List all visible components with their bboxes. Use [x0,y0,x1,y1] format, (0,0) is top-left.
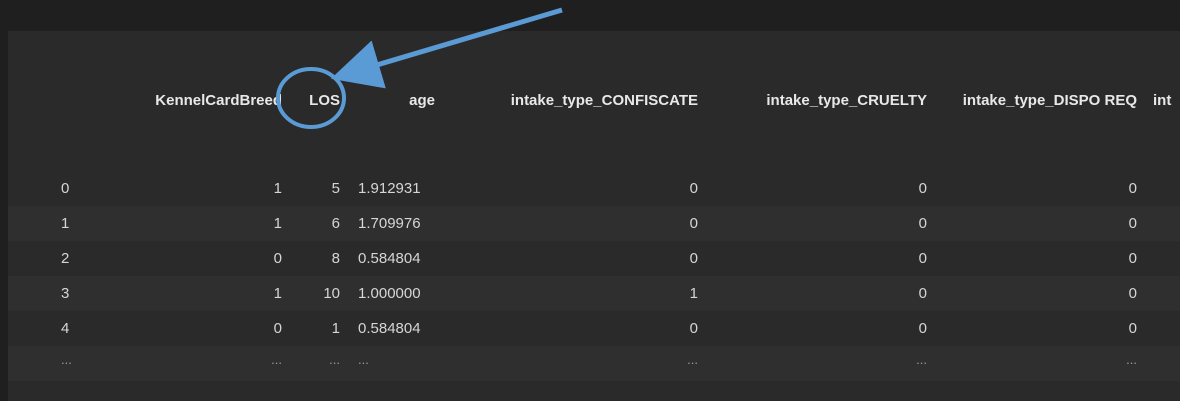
confiscate-cell: ... [687,352,698,367]
los-cell: 5 [331,180,340,197]
column-header-index [8,31,83,171]
cruelty-cell: 0 [918,320,927,337]
dataframe-output: KennelCardBreed LOS age intake_type_CONF… [8,31,1180,401]
top-strip [0,0,1180,31]
los-cell: 6 [331,215,340,232]
table-row: 1 1 6 1.709976 0 0 0 [8,206,1180,241]
dispo-req-cell: 0 [1128,285,1137,302]
column-header-intake-type-dispo-req: intake_type_DISPO REQ [935,31,1145,171]
confiscate-cell: 1 [689,285,698,302]
table-row: 2 0 8 0.584804 0 0 0 [8,241,1180,276]
breed-cell: 1 [273,285,282,302]
cruelty-cell: ... [916,352,927,367]
age-cell: 1.912931 [358,180,421,197]
truncated-cell [1145,276,1180,311]
breed-cell: 0 [273,320,282,337]
index-cell: 4 [61,320,70,337]
column-header-intake-type-cruelty: intake_type_CRUELTY [706,31,935,171]
cruelty-cell: 0 [918,285,927,302]
breed-cell: 0 [273,250,282,267]
dispo-req-cell: ... [1126,352,1137,367]
truncated-cell [1145,171,1180,206]
dispo-req-cell: 0 [1128,250,1137,267]
confiscate-cell: 0 [689,250,698,267]
table-row: 3 1 10 1.000000 1 0 0 [8,276,1180,311]
truncated-cell [1145,346,1180,381]
truncated-cell [1145,241,1180,276]
confiscate-cell: 0 [689,215,698,232]
index-cell: ... [61,352,72,367]
truncated-cell [1145,311,1180,346]
truncated-cell [1145,206,1180,241]
breed-cell: 1 [273,215,282,232]
age-cell: 0.584804 [358,250,421,267]
column-header-age: age [348,31,443,171]
breed-cell: 1 [273,180,282,197]
column-header-truncated: int [1145,31,1180,171]
header-row: KennelCardBreed LOS age intake_type_CONF… [8,31,1180,171]
dispo-req-cell: 0 [1128,320,1137,337]
age-cell: ... [358,352,369,367]
dispo-req-cell: 0 [1128,180,1137,197]
age-cell: 1.000000 [358,285,421,302]
index-cell: 0 [61,180,70,197]
index-cell: 1 [61,215,70,232]
los-cell: ... [329,352,340,367]
breed-cell: ... [271,352,282,367]
confiscate-cell: 0 [689,320,698,337]
los-cell: 8 [331,250,340,267]
ellipsis-row: ..................... [8,346,1180,381]
index-cell: 3 [61,285,70,302]
index-cell: 2 [61,250,70,267]
dataframe-table: KennelCardBreed LOS age intake_type_CONF… [8,31,1180,381]
table-row: 4 0 1 0.584804 0 0 0 [8,311,1180,346]
table-row: 0 1 5 1.912931 0 0 0 [8,171,1180,206]
column-header-kennelcardbreed: KennelCardBreed [83,31,290,171]
column-header-los: LOS [290,31,348,171]
los-cell: 10 [323,285,340,302]
los-cell: 1 [331,320,340,337]
cruelty-cell: 0 [918,250,927,267]
age-cell: 1.709976 [358,215,421,232]
cruelty-cell: 0 [918,180,927,197]
dispo-req-cell: 0 [1128,215,1137,232]
column-header-intake-type-confiscate: intake_type_CONFISCATE [443,31,706,171]
age-cell: 0.584804 [358,320,421,337]
confiscate-cell: 0 [689,180,698,197]
cruelty-cell: 0 [918,215,927,232]
